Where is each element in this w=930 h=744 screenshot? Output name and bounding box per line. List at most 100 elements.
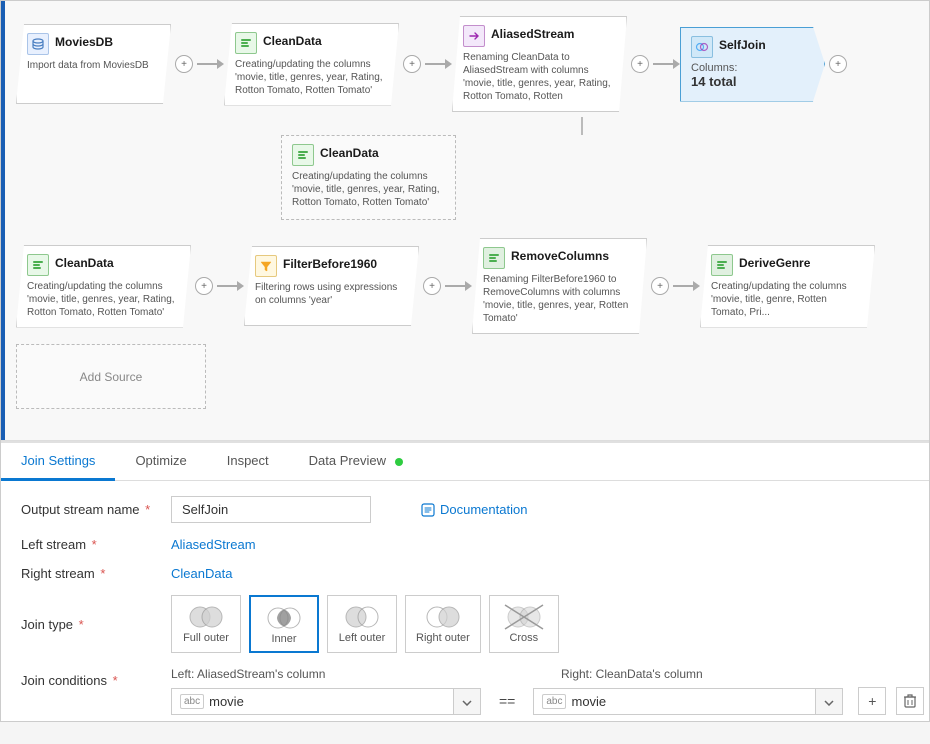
- node-filterbefore1960[interactable]: FilterBefore1960 Filtering rows using ex…: [244, 246, 419, 326]
- connector2: [425, 59, 452, 69]
- join-conditions-label: Join conditions *: [21, 667, 161, 688]
- node-selfjoin-title: SelfJoin: [719, 38, 766, 52]
- node-filterbefore1960-title: FilterBefore1960: [283, 257, 377, 271]
- conditions-header: Left: AliasedStream's column Right: Clea…: [171, 667, 924, 681]
- add-condition-btn[interactable]: +: [858, 687, 886, 715]
- left-column-select[interactable]: abc movie: [171, 688, 481, 715]
- plus-btn-aliasedstream[interactable]: +: [631, 55, 649, 73]
- node-derivegenre-title: DeriveGenre: [739, 256, 810, 270]
- right-column-select[interactable]: abc movie: [533, 688, 843, 715]
- main-container: MoviesDB Import data from MoviesDB +: [0, 0, 930, 722]
- node-derivegenre[interactable]: DeriveGenre Creating/updating the column…: [700, 245, 875, 328]
- node-selfjoin-count: 14 total: [691, 74, 737, 89]
- filter-icon: [255, 255, 277, 277]
- node-removecolumns-desc: Renaming FilterBefore1960 to RemoveColum…: [483, 273, 636, 325]
- eq-operator: ==: [491, 693, 523, 709]
- pipeline-row2-nodes: CleanData Creating/updating the columns …: [1, 135, 929, 225]
- left-stream-label: Left stream *: [21, 537, 161, 552]
- tab-join-settings[interactable]: Join Settings: [1, 443, 115, 481]
- add-source-box[interactable]: Add Source: [16, 344, 206, 409]
- node-moviesdb-title: MoviesDB: [55, 35, 113, 49]
- db-icon: [27, 33, 49, 55]
- tab-data-preview[interactable]: Data Preview: [289, 443, 423, 481]
- pipeline-row1: MoviesDB Import data from MoviesDB +: [1, 1, 929, 117]
- tab-optimize[interactable]: Optimize: [115, 443, 206, 481]
- node-wrapper-cleandata1: CleanData Creating/updating the columns …: [224, 23, 425, 106]
- node-cleandata2[interactable]: CleanData Creating/updating the columns …: [281, 135, 456, 220]
- node-removecolumns[interactable]: RemoveColumns Renaming FilterBefore1960 …: [472, 238, 647, 334]
- remove-icon: [483, 247, 505, 269]
- right-outer-icon: [422, 602, 464, 632]
- form-area: Output stream name * Documentation Left …: [1, 481, 929, 744]
- join-type-right-outer[interactable]: Right outer: [405, 595, 481, 653]
- derive-icon: [711, 254, 733, 276]
- condition-row-1: abc movie == abc: [171, 687, 924, 715]
- tab-inspect[interactable]: Inspect: [207, 443, 289, 481]
- right-col-type-badge: abc: [542, 694, 566, 709]
- pipeline-row3: CleanData Creating/updating the columns …: [1, 233, 929, 339]
- node-wrapper-removecolumns: RemoveColumns Renaming FilterBefore1960 …: [472, 238, 673, 334]
- full-outer-icon: [185, 602, 227, 632]
- node-moviesdb-desc: Import data from MoviesDB: [27, 59, 160, 72]
- plus-btn-selfjoin[interactable]: +: [829, 55, 847, 73]
- node-aliasedstream-title: AliasedStream: [491, 27, 574, 41]
- left-stream-row: Left stream * AliasedStream: [21, 537, 909, 552]
- node-wrapper-selfjoin: SelfJoin Columns: 14 total +: [680, 27, 851, 102]
- left-col-type-badge: abc: [180, 694, 204, 709]
- node-moviesdb[interactable]: MoviesDB Import data from MoviesDB: [16, 24, 171, 104]
- plus-btn-removecolumns[interactable]: +: [651, 277, 669, 295]
- plus-btn-cleandata3[interactable]: +: [195, 277, 213, 295]
- add-source-label: Add Source: [80, 370, 143, 384]
- left-col-dropdown-btn[interactable]: [453, 689, 480, 714]
- node-cleandata1-title: CleanData: [263, 34, 322, 48]
- plus-btn-filterbefore1960[interactable]: +: [423, 277, 441, 295]
- bottom-panel: Join Settings Optimize Inspect Data Prev…: [1, 441, 929, 744]
- node-cleandata1[interactable]: CleanData Creating/updating the columns …: [224, 23, 399, 106]
- node-cleandata3[interactable]: CleanData Creating/updating the columns …: [16, 245, 191, 328]
- node-removecolumns-title: RemoveColumns: [511, 249, 609, 263]
- conditions-content: Left: AliasedStream's column Right: Clea…: [171, 667, 924, 715]
- canvas-area: MoviesDB Import data from MoviesDB +: [1, 1, 929, 441]
- connector1: [197, 59, 224, 69]
- join-type-inner[interactable]: Inner: [249, 595, 319, 653]
- output-stream-input[interactable]: [171, 496, 371, 523]
- join-type-full-outer[interactable]: Full outer: [171, 595, 241, 653]
- clean-icon-1: [235, 32, 257, 54]
- node-aliasedstream[interactable]: AliasedStream Renaming CleanData to Alia…: [452, 16, 627, 112]
- delete-condition-btn[interactable]: [896, 687, 924, 715]
- tab-bar: Join Settings Optimize Inspect Data Prev…: [1, 443, 929, 481]
- left-col-chevron-down-icon: [462, 700, 472, 706]
- plus-btn-cleandata1[interactable]: +: [403, 55, 421, 73]
- join-type-cross[interactable]: Cross: [489, 595, 559, 653]
- node-filterbefore1960-desc: Filtering rows using expressions on colu…: [255, 281, 408, 307]
- right-col-header: Right: CleanData's column: [561, 667, 881, 681]
- pipeline-row4: Add Source: [1, 339, 929, 414]
- left-stream-link[interactable]: AliasedStream: [171, 537, 256, 552]
- join-type-row: Join type * Full outer: [21, 595, 909, 653]
- branch-line-v: [581, 117, 583, 135]
- node-wrapper-filterbefore1960: FilterBefore1960 Filtering rows using ex…: [244, 246, 445, 326]
- pipeline-row2: [1, 117, 929, 135]
- node-wrapper-moviesdb: MoviesDB Import data from MoviesDB +: [16, 24, 197, 104]
- node-wrapper-derivegenre: DeriveGenre Creating/updating the column…: [700, 245, 875, 328]
- join-type-left-outer[interactable]: Left outer: [327, 595, 397, 653]
- plus-btn-moviesdb[interactable]: +: [175, 55, 193, 73]
- output-stream-row: Output stream name * Documentation: [21, 496, 909, 523]
- left-column-value: movie: [209, 694, 244, 709]
- documentation-link[interactable]: Documentation: [421, 502, 527, 517]
- right-stream-link[interactable]: CleanData: [171, 566, 232, 581]
- node-aliasedstream-desc: Renaming CleanData to AliasedStream with…: [463, 51, 616, 103]
- node-cleandata2-desc: Creating/updating the columns 'movie, ti…: [292, 170, 445, 209]
- node-derivegenre-desc: Creating/updating the columns 'movie, ti…: [711, 280, 864, 319]
- right-stream-label: Right stream *: [21, 566, 161, 581]
- left-col-header: Left: AliasedStream's column: [171, 667, 491, 681]
- node-selfjoin[interactable]: SelfJoin Columns: 14 total: [680, 27, 825, 102]
- right-col-dropdown-btn[interactable]: [815, 689, 842, 714]
- node-cleandata3-desc: Creating/updating the columns 'movie, ti…: [27, 280, 180, 319]
- doc-icon: [421, 503, 435, 517]
- clean-icon-2: [292, 144, 314, 166]
- node-wrapper-aliasedstream: AliasedStream Renaming CleanData to Alia…: [452, 16, 653, 112]
- connector3: [653, 59, 680, 69]
- join-conditions-row: Join conditions * Left: AliasedStream's …: [21, 667, 909, 715]
- join-icon: [691, 36, 713, 58]
